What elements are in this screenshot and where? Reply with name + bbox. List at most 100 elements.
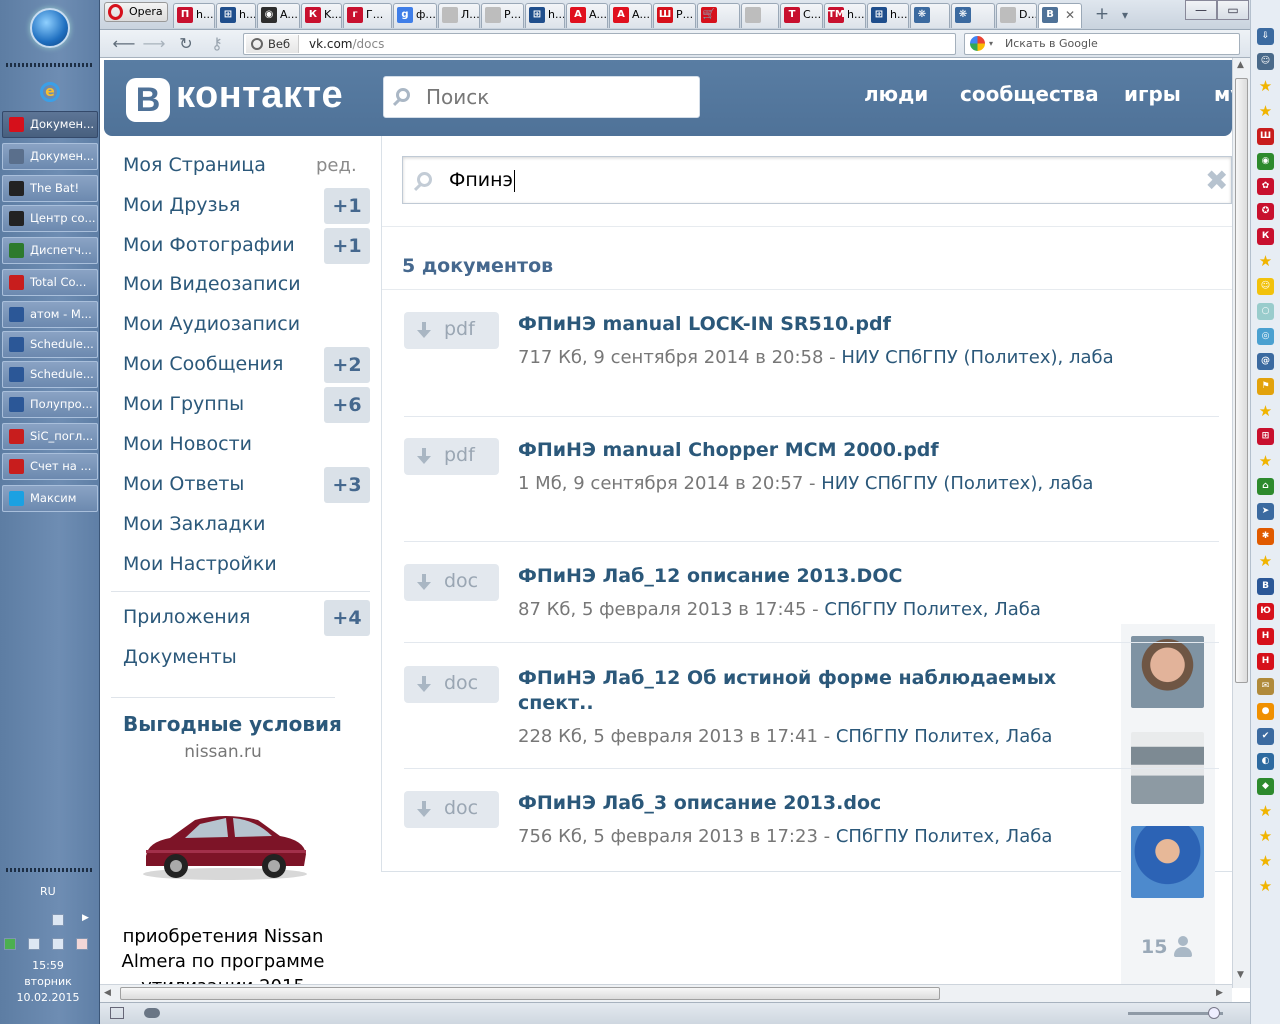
menu-badge[interactable]: +6 bbox=[324, 387, 370, 423]
download-button[interactable]: doc bbox=[404, 564, 499, 601]
star-icon[interactable]: ★ bbox=[1257, 803, 1274, 820]
browser-tab[interactable]: Р... bbox=[481, 3, 524, 28]
download-button[interactable]: doc bbox=[404, 666, 499, 703]
taskbar-item[interactable]: Счет на ... bbox=[2, 453, 98, 480]
star-icon[interactable]: ★ bbox=[1257, 853, 1274, 870]
taskbar-grip[interactable] bbox=[6, 868, 94, 872]
vertical-scroll-thumb[interactable] bbox=[1235, 78, 1248, 683]
browser-tab[interactable]: ⊞ h... bbox=[216, 3, 256, 28]
star-icon[interactable]: ★ bbox=[1257, 828, 1274, 845]
document-title[interactable]: ФПиНЭ manual LOCK-IN SR510.pdf bbox=[518, 312, 1078, 337]
vertical-scrollbar[interactable]: ▲ ▼ bbox=[1232, 58, 1250, 988]
taskbar-grip[interactable] bbox=[6, 63, 94, 67]
download-button[interactable]: pdf bbox=[404, 438, 499, 475]
bookmark-icon[interactable]: ⌂ bbox=[1257, 478, 1274, 495]
scroll-right-icon[interactable]: ▶ bbox=[1216, 988, 1223, 998]
taskbar-item[interactable]: Total Co... bbox=[2, 269, 98, 296]
menu-badge[interactable]: +1 bbox=[324, 228, 370, 264]
menu-item[interactable]: Документы bbox=[123, 645, 237, 669]
opera-menu-button[interactable]: Opera bbox=[104, 2, 168, 22]
bookmark-icon[interactable]: ● bbox=[1257, 703, 1274, 720]
bookmark-icon[interactable]: ✉ bbox=[1257, 678, 1274, 695]
document-source-link[interactable]: СПбГПУ Политех, Лаба bbox=[836, 726, 1053, 747]
taskbar-item[interactable]: SiC_погл... bbox=[2, 423, 98, 450]
key-icon[interactable]: ⚷ bbox=[205, 33, 229, 55]
new-tab-button[interactable]: + bbox=[1092, 6, 1112, 24]
browser-tab[interactable]: Л... bbox=[438, 3, 480, 28]
bookmark-icon[interactable]: Н bbox=[1257, 628, 1274, 645]
ad-title[interactable]: Выгодные условия bbox=[123, 712, 342, 736]
browser-tab[interactable]: A А... bbox=[609, 3, 652, 28]
taskbar-item[interactable]: Полупро... bbox=[2, 391, 98, 418]
browser-tab[interactable]: ❋ bbox=[951, 3, 995, 28]
person-icon[interactable] bbox=[1173, 936, 1193, 958]
internet-explorer-icon[interactable]: e bbox=[40, 82, 60, 102]
forward-button[interactable]: ⟶ bbox=[142, 33, 166, 55]
bookmark-icon[interactable]: ○ bbox=[1257, 303, 1274, 320]
menu-item[interactable]: Мои Друзья bbox=[123, 193, 240, 217]
menu-item[interactable]: Мои Ответы bbox=[123, 472, 244, 496]
browser-tab[interactable]: A А... bbox=[566, 3, 608, 28]
menu-item[interactable]: Мои Новости bbox=[123, 432, 252, 456]
browser-tab[interactable]: 🛒 bbox=[697, 3, 740, 28]
browser-tab[interactable] bbox=[741, 3, 779, 28]
friend-avatar[interactable] bbox=[1131, 826, 1204, 898]
document-source-link[interactable]: НИУ СПбГПУ (Политех), лаба bbox=[821, 473, 1093, 494]
browser-tab[interactable]: Пh... bbox=[173, 3, 215, 28]
menu-badge[interactable]: +4 bbox=[324, 600, 370, 636]
star-icon[interactable]: ★ bbox=[1257, 553, 1274, 570]
taskbar-item[interactable]: Докумен... bbox=[2, 143, 98, 170]
volume-icon[interactable] bbox=[28, 938, 40, 950]
reload-icon[interactable]: ↻ bbox=[174, 33, 198, 55]
language-indicator[interactable]: RU bbox=[40, 885, 56, 898]
taskbar-item[interactable]: The Bat! bbox=[2, 175, 98, 202]
contacts-icon[interactable]: ☺ bbox=[1257, 53, 1274, 70]
scroll-left-icon[interactable]: ◀ bbox=[104, 988, 111, 998]
globe-icon[interactable]: ◉ bbox=[1257, 153, 1274, 170]
ad-domain[interactable]: nissan.ru bbox=[123, 742, 323, 762]
clear-search-icon[interactable]: ✖ bbox=[1205, 164, 1228, 197]
minimize-button[interactable]: — bbox=[1185, 0, 1217, 20]
bookmark-icon[interactable]: ◎ bbox=[1257, 328, 1274, 345]
document-search-input[interactable]: Фпинэ bbox=[402, 156, 1232, 204]
star-icon[interactable]: ★ bbox=[1257, 878, 1274, 895]
browser-tab[interactable]: TM h... bbox=[824, 3, 866, 28]
document-title[interactable]: ФПиНЭ manual Chopper MCM 2000.pdf bbox=[518, 438, 1078, 463]
menu-badge[interactable]: +1 bbox=[324, 188, 370, 224]
browser-tab[interactable]: ⊞ h... bbox=[867, 3, 909, 28]
bookmark-icon[interactable]: ⊞ bbox=[1257, 428, 1274, 445]
friend-avatar[interactable] bbox=[1131, 636, 1204, 708]
document-source-link[interactable]: НИУ СПбГПУ (Политех), лаба bbox=[841, 347, 1113, 368]
bookmark-icon[interactable]: Ш bbox=[1257, 128, 1274, 145]
document-title[interactable]: ФПиНЭ Лаб_12 описание 2013.DOC bbox=[518, 564, 1078, 589]
menu-item[interactable]: Мои Сообщения bbox=[123, 352, 283, 376]
mail-icon[interactable]: @ bbox=[1257, 353, 1274, 370]
browser-tab[interactable]: g ф... bbox=[393, 3, 437, 28]
menu-item[interactable]: Мои Аудиозаписи bbox=[123, 312, 300, 336]
bookmark-icon[interactable]: К bbox=[1257, 228, 1274, 245]
browser-tab[interactable]: D... bbox=[996, 3, 1037, 28]
search-engine-dropdown-icon[interactable]: ▾ bbox=[989, 34, 993, 54]
menu-badge[interactable]: +3 bbox=[324, 467, 370, 503]
menu-item[interactable]: Мои Фотографии bbox=[123, 233, 295, 257]
printer-icon[interactable] bbox=[52, 914, 64, 926]
top-link-people[interactable]: люди bbox=[864, 82, 928, 106]
star-icon[interactable]: ★ bbox=[1257, 78, 1274, 95]
download-button[interactable]: doc bbox=[404, 791, 499, 828]
taskbar-item[interactable]: Максим bbox=[2, 485, 98, 512]
menu-item[interactable]: Мои Видеозаписи bbox=[123, 272, 301, 296]
menu-item[interactable]: Моя Страница bbox=[123, 153, 266, 177]
bookmark-icon[interactable]: ✱ bbox=[1257, 528, 1274, 545]
vk-search-input[interactable]: Поиск bbox=[383, 76, 700, 118]
menu-item[interactable]: Мои Закладки bbox=[123, 512, 265, 536]
download-button[interactable]: pdf bbox=[404, 312, 499, 349]
taskbar-item[interactable]: атом - M... bbox=[2, 301, 98, 328]
taskbar-item[interactable]: Диспетч... bbox=[2, 237, 98, 264]
bookmark-icon[interactable]: ✿ bbox=[1257, 178, 1274, 195]
star-icon[interactable]: ★ bbox=[1257, 103, 1274, 120]
browser-tab[interactable]: В ✕ bbox=[1038, 3, 1082, 28]
bookmark-icon[interactable]: ◐ bbox=[1257, 753, 1274, 770]
browser-tab[interactable]: г Г... bbox=[343, 3, 392, 28]
maximize-button[interactable]: ▭ bbox=[1217, 0, 1249, 20]
horizontal-scroll-thumb[interactable] bbox=[120, 987, 940, 1000]
